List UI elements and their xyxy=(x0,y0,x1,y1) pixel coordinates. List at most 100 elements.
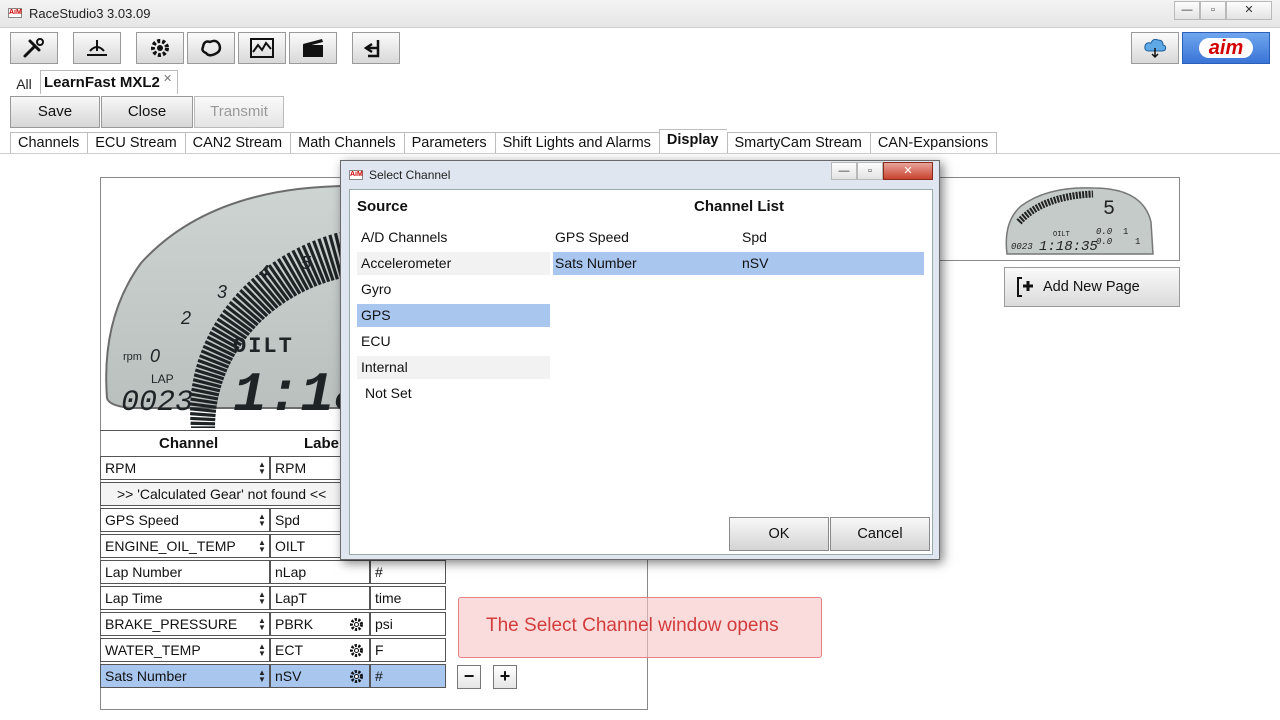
spinner-icon[interactable]: ▲ ▼ xyxy=(258,513,266,528)
thumb-lap: 0023 xyxy=(1011,242,1033,252)
tab-device[interactable]: LearnFast MXL2 xyxy=(40,70,178,94)
channel-list-item[interactable]: Sats Number nSV xyxy=(553,252,924,275)
tach-tick xyxy=(189,407,217,413)
close-tab-icon[interactable]: ✕ xyxy=(163,72,172,85)
unit-cell-text: time xyxy=(375,590,402,606)
source-item[interactable]: ECU xyxy=(357,330,550,353)
tab-parameters[interactable]: Parameters xyxy=(403,132,495,154)
channel-cell[interactable]: Sats Number ▲ ▼ xyxy=(100,664,270,688)
spinner-icon[interactable]: ▲ ▼ xyxy=(258,643,266,658)
source-item[interactable]: Gyro xyxy=(357,278,550,301)
label-cell[interactable]: PBRK xyxy=(270,612,370,636)
track-icon xyxy=(87,40,107,56)
thumb-one-b: 1 xyxy=(1135,237,1140,247)
callout-text: The Select Channel window opens xyxy=(486,615,779,636)
source-item[interactable]: A/D Channels xyxy=(357,226,550,249)
unit-cell[interactable]: # xyxy=(370,560,446,584)
dialog-close-button[interactable]: ✕ xyxy=(883,162,933,180)
gear-icon[interactable] xyxy=(348,642,365,659)
scale-0: 0 xyxy=(150,346,160,366)
track-button[interactable] xyxy=(73,32,121,64)
unit-cell[interactable]: # xyxy=(370,664,446,688)
dialog-logo-icon: AiM xyxy=(349,170,363,180)
label-cell-text: ECT xyxy=(275,642,303,658)
minimize-button[interactable]: — xyxy=(1174,1,1200,20)
unit-cell-text: # xyxy=(375,564,383,580)
window-title: RaceStudio3 3.03.09 xyxy=(29,6,151,21)
channel-cell[interactable]: BRAKE_PRESSURE ▲ ▼ xyxy=(100,612,270,636)
page-thumbnail[interactable]: 5 OILT 0023 1:18:35 0.0 0.0 1 1 xyxy=(1003,182,1163,262)
unit-cell[interactable]: psi xyxy=(370,612,446,636)
channel-list-item[interactable]: GPS Speed Spd xyxy=(553,226,924,249)
save-button[interactable]: Save xyxy=(10,96,100,128)
gear-icon[interactable] xyxy=(348,616,365,633)
dialog-body: Source Channel List A/D Channels Accelero… xyxy=(349,189,933,555)
spinner-icon[interactable]: ▲ ▼ xyxy=(258,591,266,606)
remove-row-button[interactable]: − xyxy=(457,665,481,689)
tools-button[interactable] xyxy=(10,32,58,64)
label-cell-text: LapT xyxy=(275,590,307,606)
spinner-icon[interactable]: ▲ ▼ xyxy=(258,539,266,554)
tab-display[interactable]: Display xyxy=(658,129,727,154)
unit-cell-text: # xyxy=(375,668,383,684)
dialog-maximize-button[interactable]: ▫ xyxy=(857,162,883,180)
channel-cell[interactable]: Lap Number xyxy=(100,560,270,584)
channel-list-header: Channel List xyxy=(694,198,785,215)
channel-cell[interactable]: RPM ▲ ▼ xyxy=(100,456,270,480)
label-cell-text: OILT xyxy=(275,538,306,554)
channel-cell-text: GPS Speed xyxy=(105,512,179,528)
channel-cell[interactable]: WATER_TEMP ▲ ▼ xyxy=(100,638,270,662)
label-cell[interactable]: ECT xyxy=(270,638,370,662)
unit-cell[interactable]: time xyxy=(370,586,446,610)
thumb-zero-b: 0.0 xyxy=(1096,237,1113,247)
transmit-button[interactable]: Transmit xyxy=(194,96,284,128)
spinner-icon[interactable]: ▲ ▼ xyxy=(258,461,266,476)
tab-can-expansions[interactable]: CAN-Expansions xyxy=(869,132,998,154)
unit-cell[interactable]: F xyxy=(370,638,446,662)
channel-cell[interactable]: GPS Speed ▲ ▼ xyxy=(100,508,270,532)
label-cell-text: nLap xyxy=(275,564,307,580)
label-cell[interactable]: nSV xyxy=(270,664,370,688)
tab-smartycam-stream[interactable]: SmartyCam Stream xyxy=(726,132,870,154)
cloud-download-button[interactable] xyxy=(1131,32,1179,64)
label-cell[interactable]: nLap xyxy=(270,560,370,584)
config-tab-bar: Channels ECU Stream CAN2 Stream Math Channe… xyxy=(10,129,998,154)
source-item[interactable]: Internal xyxy=(357,356,550,379)
import-export-button[interactable] xyxy=(352,32,400,64)
channel-cell-text: WATER_TEMP xyxy=(105,642,201,658)
maximize-button[interactable]: ▫ xyxy=(1200,1,1226,20)
tab-channels[interactable]: Channels xyxy=(10,132,88,154)
tab-all[interactable]: All xyxy=(10,72,38,94)
device-config-button[interactable] xyxy=(136,32,184,64)
close-window-button[interactable]: ✕ xyxy=(1226,1,1272,20)
spinner-icon[interactable]: ▲ ▼ xyxy=(258,669,266,684)
tab-ecu-stream[interactable]: ECU Stream xyxy=(87,132,185,154)
label-cell[interactable]: LapT xyxy=(270,586,370,610)
source-item[interactable]: GPS xyxy=(357,304,550,327)
tab-math-channels[interactable]: Math Channels xyxy=(290,132,404,154)
close-button[interactable]: Close xyxy=(101,96,193,128)
video-button[interactable] xyxy=(289,32,337,64)
tab-shift-lights-and-alarms[interactable]: Shift Lights and Alarms xyxy=(494,132,659,154)
label-cell-text: PBRK xyxy=(275,616,314,632)
channel-cell-text: Lap Time xyxy=(105,590,163,606)
source-item[interactable]: Accelerometer xyxy=(357,252,550,275)
label-cell-text: Spd xyxy=(275,512,300,528)
graph-icon xyxy=(250,38,274,58)
oil-temp-label: OILT xyxy=(233,334,294,359)
source-item[interactable]: Not Set xyxy=(357,382,550,405)
tab-can2-stream[interactable]: CAN2 Stream xyxy=(184,132,291,154)
add-row-button[interactable]: + xyxy=(493,665,517,689)
analysis-button[interactable] xyxy=(238,32,286,64)
ok-button[interactable]: OK xyxy=(729,517,829,551)
spinner-icon[interactable]: ▲ ▼ xyxy=(258,617,266,632)
lap-number-value: 0023 xyxy=(121,386,193,420)
channel-cell[interactable]: Lap Time ▲ ▼ xyxy=(100,586,270,610)
channel-cell[interactable]: ENGINE_OIL_TEMP ▲ ▼ xyxy=(100,534,270,558)
app-logo-icon: AiM xyxy=(8,8,22,18)
gear-icon[interactable] xyxy=(348,668,365,685)
cancel-button[interactable]: Cancel xyxy=(830,517,930,551)
dialog-minimize-button[interactable]: — xyxy=(831,162,857,180)
lap-label: LAP xyxy=(151,372,174,386)
tracks-map-button[interactable] xyxy=(187,32,235,64)
